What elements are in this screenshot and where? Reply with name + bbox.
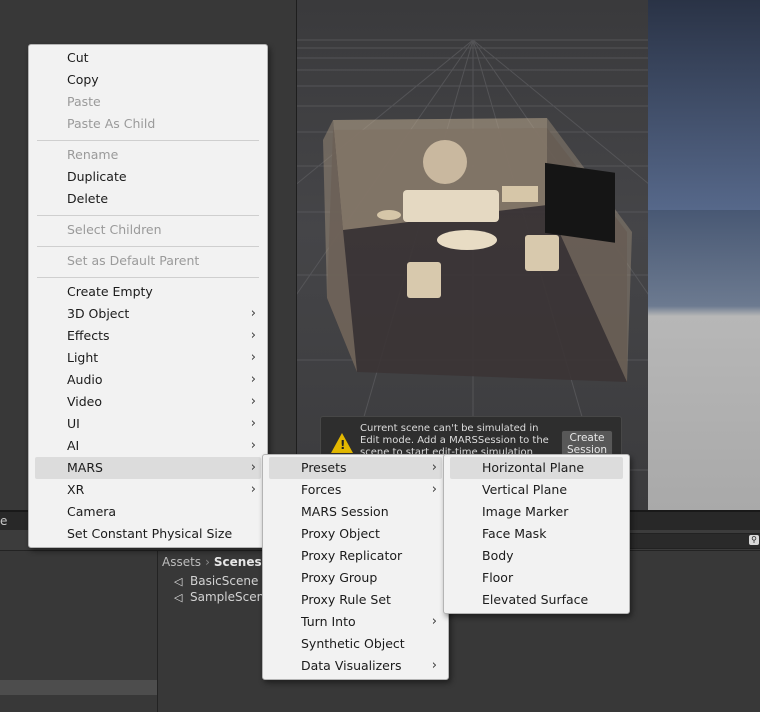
menu-item-proxy-replicator[interactable]: Proxy Replicator [269,545,442,567]
menu-item-proxy-group[interactable]: Proxy Group [269,567,442,589]
menu-item-elevated-surface[interactable]: Elevated Surface [450,589,623,611]
menu-item-data-visualizers[interactable]: Data Visualizers › [269,655,442,677]
menu-item-3d-object[interactable]: 3D Object › [35,303,261,325]
menu-item-set-constant-physical-size[interactable]: Set Constant Physical Size [35,523,261,545]
menu-item-horizontal-plane[interactable]: Horizontal Plane [450,457,623,479]
chevron-right-icon: › [431,658,437,673]
menu-item-video[interactable]: Video › [35,391,261,413]
chevron-right-icon: › [431,614,437,629]
scene-file-label: SampleScen [190,590,265,604]
notice-message: Current scene can't be simulated in Edit… [360,423,549,458]
scene-file-label: BasicScene [190,574,259,588]
chevron-right-icon: › [250,394,256,409]
menu-item-effects[interactable]: Effects › [35,325,261,347]
chevron-right-icon: › [250,482,256,497]
menu-item-light[interactable]: Light › [35,347,261,369]
menu-item-set-default-parent: Set as Default Parent [67,253,200,268]
chevron-right-icon: › [205,555,210,569]
menu-item-vertical-plane[interactable]: Vertical Plane [450,479,623,501]
breadcrumb: Assets › Scenes [162,555,262,569]
menu-item-floor[interactable]: Floor [450,567,623,589]
menu-item-duplicate[interactable]: Duplicate [35,166,261,188]
chevron-right-icon: › [431,482,437,497]
menu-item-paste-as-child: Paste As Child [67,116,156,131]
menu-item-synthetic-object[interactable]: Synthetic Object [269,633,442,655]
unity-scene-icon: ◁ [174,575,183,588]
chevron-right-icon: › [250,416,256,431]
game-sky [648,0,760,210]
menu-item-forces[interactable]: Forces › [269,479,442,501]
menu-separator [37,246,259,247]
menu-separator [37,140,259,141]
menu-item-mars[interactable]: MARS › [35,457,261,479]
menu-item-xr[interactable]: XR › [35,479,261,501]
chevron-right-icon: › [250,372,256,387]
menu-item-face-mask[interactable]: Face Mask [450,523,623,545]
menu-item-cut[interactable]: Cut [35,47,261,69]
chevron-right-icon: › [250,438,256,453]
menu-separator [37,215,259,216]
menu-item-camera[interactable]: Camera [35,501,261,523]
warning-icon: ! [331,433,353,453]
simulation-notice: ! Current scene can't be simulated in Ed… [320,416,622,458]
menu-item-copy[interactable]: Copy [35,69,261,91]
tab-label-fragment[interactable]: e [0,514,7,528]
menu-item-ui[interactable]: UI › [35,413,261,435]
menu-separator [37,277,259,278]
mars-submenu: Presets › Forces › MARS Session Proxy Obje… [262,454,449,680]
menu-item-turn-into[interactable]: Turn Into › [269,611,442,633]
menu-item-image-marker[interactable]: Image Marker [450,501,623,523]
menu-item-proxy-rule-set[interactable]: Proxy Rule Set [269,589,442,611]
chevron-right-icon: › [250,306,256,321]
chevron-right-icon: › [250,460,256,475]
menu-item-body[interactable]: Body [450,545,623,567]
hierarchy-context-menu: Cut Copy Paste Paste As Child Rename Dup… [28,44,268,548]
search-icon[interactable]: ⚲ [749,535,759,545]
menu-item-select-children: Select Children [67,222,162,237]
scene-file-sample[interactable]: ◁ SampleScen [174,590,264,604]
menu-item-presets[interactable]: Presets › [269,457,442,479]
scene-file-basic[interactable]: ◁ BasicScene [174,574,258,588]
chevron-right-icon: › [431,460,437,475]
presets-submenu: Horizontal Plane Vertical Plane Image Ma… [443,454,630,614]
game-view[interactable] [648,0,760,510]
menu-item-create-empty[interactable]: Create Empty [35,281,261,303]
menu-item-proxy-object[interactable]: Proxy Object [269,523,442,545]
menu-item-audio[interactable]: Audio › [35,369,261,391]
chevron-right-icon: › [250,328,256,343]
breadcrumb-assets[interactable]: Assets [162,555,201,569]
project-folder-tree [0,551,158,712]
breadcrumb-scenes[interactable]: Scenes [214,555,262,569]
chevron-right-icon: › [250,350,256,365]
menu-item-paste: Paste [67,94,101,109]
menu-item-ai[interactable]: AI › [35,435,261,457]
menu-item-mars-session[interactable]: MARS Session [269,501,442,523]
menu-item-delete[interactable]: Delete [35,188,261,210]
selected-folder-row[interactable] [0,680,157,695]
menu-item-rename: Rename [67,147,119,162]
unity-scene-icon: ◁ [174,591,183,604]
